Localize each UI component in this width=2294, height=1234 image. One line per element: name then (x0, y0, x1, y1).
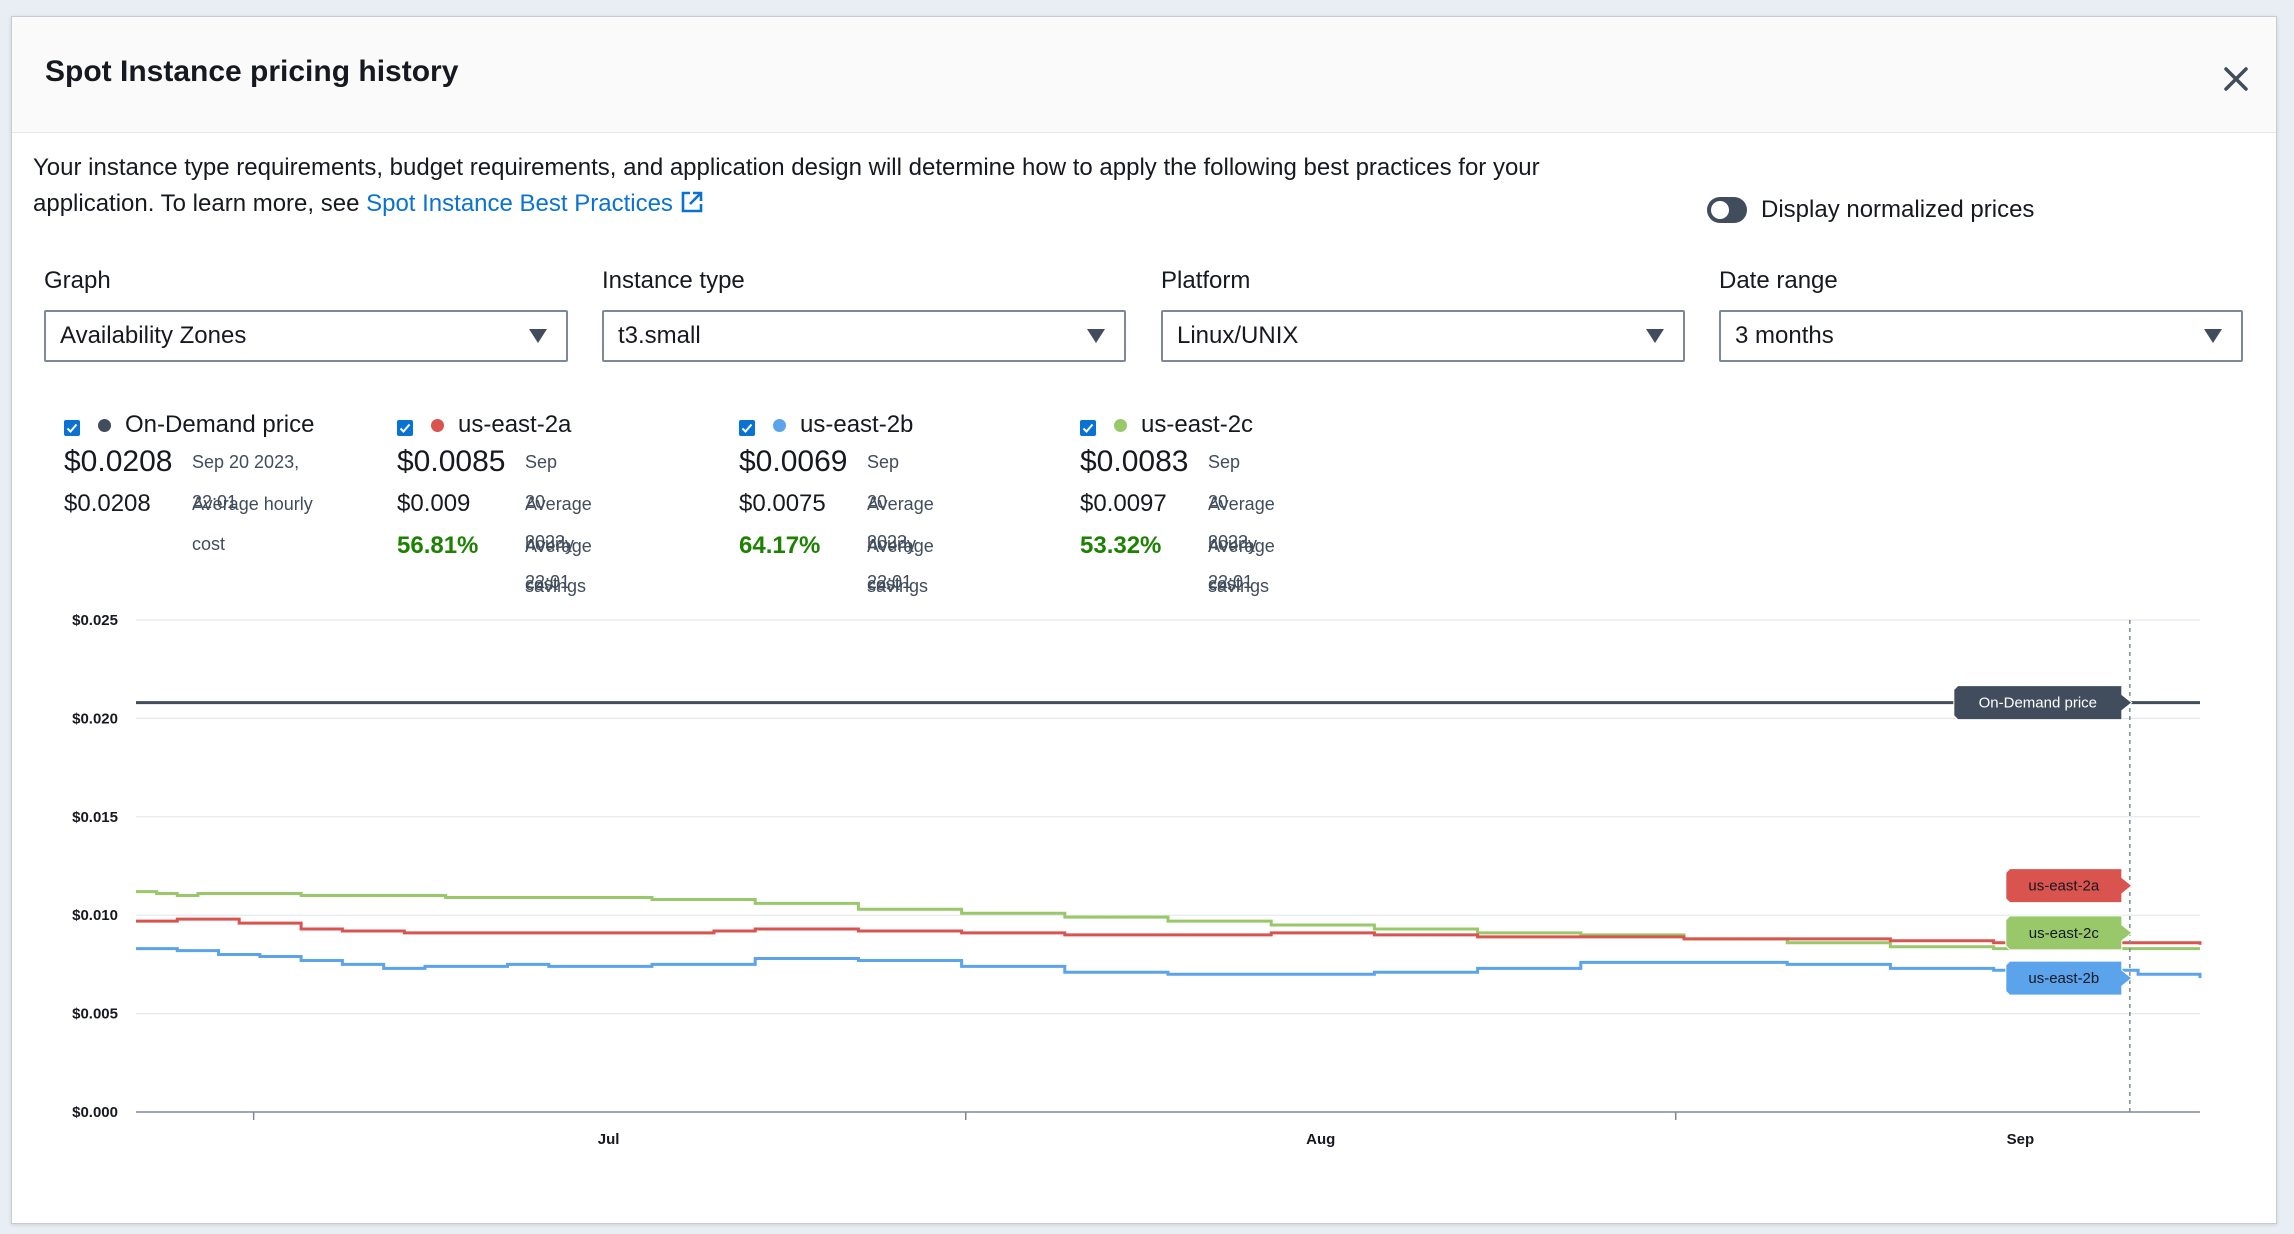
y-tick-label: $0.005 (72, 1006, 118, 1023)
tag-label-on-demand-price: On-Demand price (1979, 695, 2097, 712)
tag-label-us-east-2a: us-east-2a (2028, 878, 2100, 895)
tag-label-us-east-2c: us-east-2c (2029, 925, 2100, 942)
tag-label-us-east-2b: us-east-2b (2028, 970, 2099, 987)
x-tick-label: Jul (598, 1131, 620, 1148)
series-line-us-east-2b (136, 947, 2202, 979)
y-tick-label: $0.020 (72, 710, 118, 727)
y-tick-label: $0.025 (72, 612, 118, 629)
y-tick-label: $0.000 (72, 1104, 118, 1121)
series-line-us-east-2a (136, 917, 2202, 945)
x-tick-label: Sep (2007, 1131, 2035, 1148)
pricing-chart[interactable]: $0.000 $0.005 $0.010 $0.015 $0.020 $0.025 Jul A… (0, 0, 2294, 1234)
y-tick-label: $0.010 (72, 907, 118, 924)
x-tick-label: Aug (1306, 1131, 1335, 1148)
y-tick-label: $0.015 (72, 809, 118, 826)
